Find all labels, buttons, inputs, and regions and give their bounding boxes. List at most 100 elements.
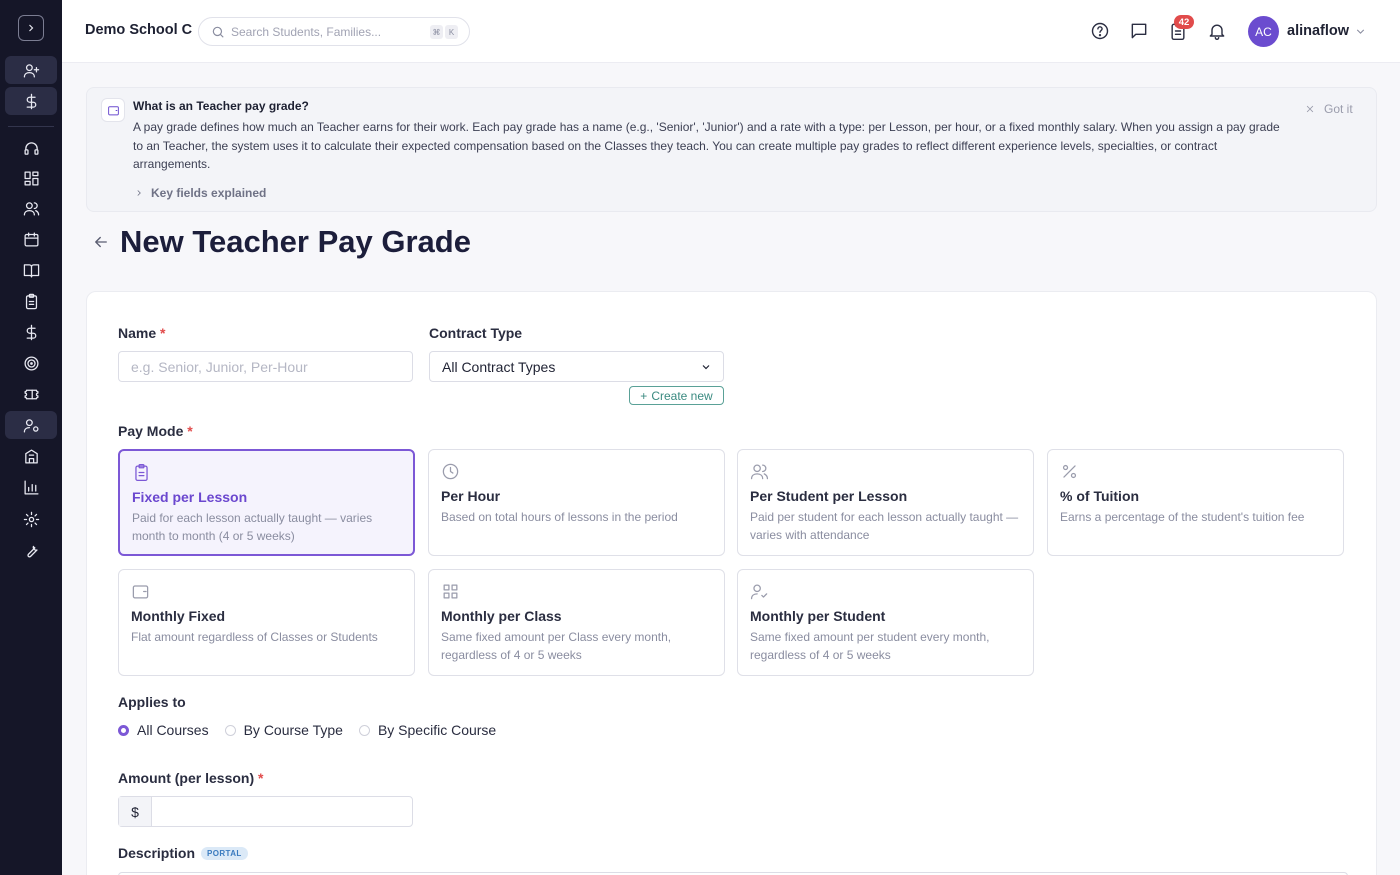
- sidebar-item-settings[interactable]: [5, 505, 57, 533]
- currency-prefix: $: [119, 797, 152, 826]
- sidebar-item-goals[interactable]: [5, 349, 57, 377]
- sidebar-item-support[interactable]: [5, 134, 57, 162]
- users-icon: [23, 201, 39, 216]
- notifications-button[interactable]: [1207, 21, 1227, 41]
- sidebar-item-staff-settings[interactable]: [5, 411, 57, 439]
- messages-button[interactable]: [1129, 21, 1149, 41]
- sidebar-item-tasks[interactable]: [5, 287, 57, 315]
- contract-type-label: Contract Type: [429, 325, 523, 341]
- mode-description: Same fixed amount per student every mont…: [750, 630, 990, 662]
- message-icon: [1131, 23, 1147, 39]
- amount-input[interactable]: [153, 797, 411, 826]
- clock-icon: [441, 462, 460, 481]
- users-icon: [750, 462, 769, 481]
- chevron-right-icon: [29, 24, 34, 32]
- applies-course-type-radio[interactable]: By Course Type: [224, 722, 343, 738]
- dashboard-icon: [23, 170, 39, 186]
- radio-selected: [118, 724, 129, 736]
- name-label: Name *: [118, 325, 166, 341]
- gear-icon: [23, 511, 39, 527]
- sidebar-expand-button[interactable]: [18, 15, 44, 41]
- shortcut-key-k: K: [445, 25, 458, 39]
- applies-to-radio-group: All Courses By Course Type By Specific C…: [118, 722, 496, 738]
- mode-description: Paid for each lesson actually taught — v…: [132, 511, 373, 543]
- user-plus-icon: [23, 63, 39, 78]
- mode-description: Based on total hours of lessons in the p…: [441, 510, 678, 524]
- avatar[interactable]: AC: [1248, 16, 1279, 47]
- sidebar-item-dashboard[interactable]: [5, 164, 57, 192]
- pay-mode-fixed-per-lesson[interactable]: Fixed per Lesson Paid for each lesson ac…: [118, 449, 415, 556]
- pay-mode-monthly-fixed[interactable]: Monthly Fixed Flat amount regardless of …: [118, 569, 415, 676]
- contract-type-value: All Contract Types: [442, 359, 556, 375]
- sidebar-item-add-user[interactable]: [5, 56, 57, 84]
- key-fields-toggle[interactable]: Key fields explained: [134, 186, 266, 200]
- banner-title: What is an Teacher pay grade?: [133, 99, 309, 113]
- pay-mode-monthly-per-class[interactable]: Monthly per Class Same fixed amount per …: [428, 569, 725, 676]
- sidebar-divider: [8, 126, 54, 127]
- amount-field[interactable]: $: [118, 796, 413, 827]
- portal-badge: PORTAL: [201, 847, 248, 860]
- sidebar-item-finance[interactable]: [5, 318, 57, 346]
- book-open-icon: [23, 263, 39, 278]
- radio-label: By Specific Course: [377, 722, 497, 738]
- help-button[interactable]: [1090, 21, 1110, 41]
- radio-label: By Course Type: [243, 722, 343, 738]
- mode-title: Per Student per Lesson: [750, 488, 908, 504]
- page-title: New Teacher Pay Grade: [120, 224, 471, 259]
- wrench-icon: [26, 545, 38, 557]
- sidebar-item-courses[interactable]: [5, 256, 57, 284]
- sidebar-item-calendar[interactable]: [5, 225, 57, 253]
- pay-mode-per-student-per-lesson[interactable]: Per Student per Lesson Paid per student …: [737, 449, 1034, 556]
- info-banner: What is an Teacher pay grade? A pay grad…: [86, 87, 1377, 212]
- create-contract-type-button[interactable]: + Create new: [629, 386, 724, 405]
- calendar-icon: [23, 231, 39, 247]
- sidebar-item-reports[interactable]: [5, 473, 57, 501]
- pay-mode-label: Pay Mode *: [118, 423, 193, 439]
- sidebar-item-tools[interactable]: [5, 536, 57, 564]
- key-fields-label: Key fields explained: [151, 186, 267, 200]
- arrow-left-icon: [95, 236, 107, 248]
- contract-type-select[interactable]: All Contract Types: [429, 351, 724, 382]
- dollar-icon: [26, 93, 36, 109]
- dismiss-banner-button[interactable]: Got it: [1305, 102, 1353, 116]
- sidebar-item-tickets[interactable]: [5, 380, 57, 408]
- radio-unselected: [358, 724, 370, 736]
- clipboard-icon: [25, 293, 37, 309]
- plus-icon: +: [640, 388, 648, 403]
- chevron-right-icon: [137, 190, 141, 196]
- clipboard-icon: [132, 463, 151, 482]
- user-cog-icon: [23, 418, 39, 433]
- headset-icon: [23, 141, 39, 155]
- mode-title: Monthly per Student: [750, 608, 886, 624]
- chevron-down-icon[interactable]: [1354, 25, 1367, 38]
- grid-icon: [441, 582, 460, 601]
- target-icon: [23, 355, 39, 371]
- search-box[interactable]: ⌘ K: [198, 17, 470, 46]
- mode-title: Monthly Fixed: [131, 608, 226, 624]
- mode-title: % of Tuition: [1060, 488, 1140, 504]
- building-icon: [24, 448, 38, 464]
- pay-mode-per-hour[interactable]: Per Hour Based on total hours of lessons…: [428, 449, 725, 556]
- close-icon: [1306, 105, 1314, 113]
- search-input[interactable]: [231, 23, 421, 41]
- mode-description: Flat amount regardless of Classes or Stu…: [131, 630, 378, 644]
- back-button[interactable]: [92, 233, 110, 251]
- pay-mode-monthly-per-student[interactable]: Monthly per Student Same fixed amount pe…: [737, 569, 1034, 676]
- create-new-label: Create new: [651, 388, 713, 403]
- dollar-icon: [26, 324, 36, 340]
- sidebar-item-people[interactable]: [5, 194, 57, 222]
- description-label: Description PORTAL: [118, 845, 248, 861]
- mode-description: Paid per student for each lesson actuall…: [750, 510, 1019, 542]
- name-input[interactable]: [118, 351, 413, 382]
- pay-mode-percent-of-tuition[interactable]: % of Tuition Earns a percentage of the s…: [1047, 449, 1344, 556]
- applies-specific-course-radio[interactable]: By Specific Course: [358, 722, 497, 738]
- ticket-icon: [23, 389, 39, 399]
- mode-title: Fixed per Lesson: [132, 489, 248, 505]
- applies-all-courses-radio[interactable]: All Courses: [118, 722, 209, 738]
- username[interactable]: alinaflow: [1287, 23, 1349, 39]
- school-name: Demo School C: [85, 22, 193, 38]
- sidebar-item-billing[interactable]: [5, 87, 57, 115]
- mode-title: Monthly per Class: [441, 608, 562, 624]
- sidebar-item-buildings[interactable]: [5, 442, 57, 470]
- mode-description: Same fixed amount per Class every month,…: [441, 630, 672, 662]
